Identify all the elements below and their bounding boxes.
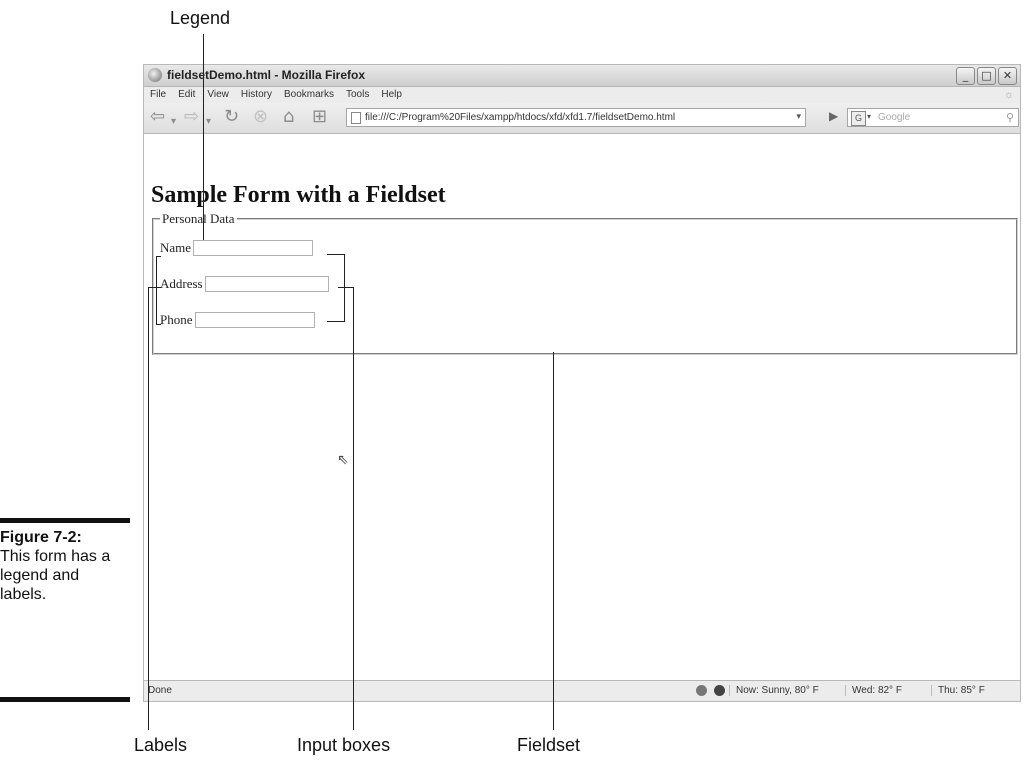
browser-window: fieldsetDemo.html - Mozilla Firefox _ □ … (143, 64, 1021, 702)
name-label: Name (160, 240, 192, 255)
weather-thu: Thu: 85° F (931, 685, 985, 696)
leader-inputs-tick-2 (338, 287, 354, 288)
name-input[interactable] (193, 240, 314, 256)
stop-icon[interactable]: ⊗ (253, 108, 268, 126)
menu-help[interactable]: Help (375, 87, 408, 100)
back-icon[interactable]: ⇦ (150, 108, 165, 126)
callout-fieldset: Fieldset (517, 735, 581, 755)
phone-row: Phone (160, 312, 315, 328)
address-input[interactable] (204, 276, 329, 292)
title-bar: fieldsetDemo.html - Mozilla Firefox _ □ … (144, 65, 1020, 87)
status-icon-1 (696, 685, 707, 696)
home-icon[interactable]: ⌂ (283, 108, 294, 126)
menu-tools[interactable]: Tools (340, 87, 375, 100)
search-engine-icon[interactable]: G (851, 111, 866, 126)
menu-bar: File Edit View History Bookmarks Tools Help ☼ (144, 87, 1020, 103)
menu-history[interactable]: History (235, 87, 278, 100)
forward-dropdown-icon[interactable]: ▾ (206, 113, 211, 131)
menu-view[interactable]: View (201, 87, 235, 100)
back-dropdown-icon[interactable]: ▾ (171, 113, 176, 131)
callout-labels: Labels (134, 735, 188, 755)
search-icon[interactable]: ⚲ (1006, 111, 1014, 124)
callout-input-boxes: Input boxes (297, 735, 391, 755)
mouse-cursor-icon: ⇖ (337, 452, 349, 468)
window-controls: _ □ ✕ (956, 67, 1017, 85)
leader-labels-bracket (156, 256, 157, 324)
new-tab-icon[interactable]: ⊞ (312, 108, 327, 126)
address-label: Address (160, 276, 203, 291)
leader-labels-tick-1 (156, 256, 161, 257)
forward-icon[interactable]: ⇨ (184, 108, 199, 126)
figure-caption-text: This form has a legend and labels. (0, 548, 111, 603)
leader-labels-tick-3 (156, 324, 161, 325)
figure-number: Figure 7-2: (0, 529, 82, 546)
menu-bookmarks[interactable]: Bookmarks (278, 87, 340, 100)
phone-input[interactable] (194, 312, 315, 328)
name-row: Name (160, 240, 314, 256)
weather-now: Now: Sunny, 80° F (729, 685, 819, 696)
leader-inputs-tick-3 (327, 321, 345, 322)
address-row: Address (160, 276, 329, 292)
menu-edit[interactable]: Edit (172, 87, 201, 100)
go-icon[interactable]: ▶ (829, 109, 838, 123)
callout-legend: Legend (170, 8, 231, 28)
status-icon-2 (714, 685, 725, 696)
figure-caption: Figure 7-2: This form has a legend and l… (0, 528, 128, 604)
leader-inputs (353, 287, 354, 730)
status-text: Done (148, 685, 172, 696)
status-bar: Done Now: Sunny, 80° F Wed: 82° F Thu: 8… (144, 680, 1020, 701)
maximize-button[interactable]: □ (977, 67, 996, 85)
leader-legend (203, 34, 204, 240)
url-text: file:///C:/Program%20Files/xampp/htdocs/… (365, 112, 676, 123)
firefox-logo-icon (148, 68, 162, 82)
page-title: Sample Form with a Fieldset (151, 182, 446, 208)
leader-inputs-bracket (344, 254, 345, 322)
page-icon (351, 112, 361, 124)
menu-file[interactable]: File (144, 87, 172, 100)
search-engine-dropdown-icon[interactable]: ▾ (867, 112, 871, 121)
page-content: Sample Form with a Fieldset Personal Dat… (144, 134, 1020, 680)
throbber-icon: ☼ (1003, 89, 1014, 101)
leader-fieldset (553, 352, 554, 730)
search-box[interactable]: G ▾ Google ⚲ (847, 108, 1019, 127)
address-bar[interactable]: file:///C:/Program%20Files/xampp/htdocs/… (346, 108, 806, 127)
leader-labels (148, 287, 149, 730)
leader-inputs-tick-1 (327, 254, 345, 255)
phone-label: Phone (160, 312, 193, 327)
caption-top-rule (0, 518, 130, 523)
weather-wed: Wed: 82° F (845, 685, 902, 696)
url-dropdown-icon[interactable]: ▾ (796, 111, 801, 122)
fieldset: Personal Data Name Address Phone (152, 211, 1018, 355)
leader-labels-tick-2 (148, 287, 161, 288)
caption-bottom-rule (0, 697, 130, 702)
fieldset-legend: Personal Data (160, 211, 237, 227)
search-placeholder: Google (878, 112, 911, 123)
close-button[interactable]: ✕ (998, 67, 1017, 85)
reload-icon[interactable]: ↻ (224, 108, 239, 126)
window-title: fieldsetDemo.html - Mozilla Firefox (167, 68, 366, 82)
navigation-toolbar: ⇦ ▾ ⇨ ▾ ↻ ⊗ ⌂ ⊞ file:///C:/Program%20Fil… (144, 103, 1020, 134)
minimize-button[interactable]: _ (956, 67, 975, 85)
